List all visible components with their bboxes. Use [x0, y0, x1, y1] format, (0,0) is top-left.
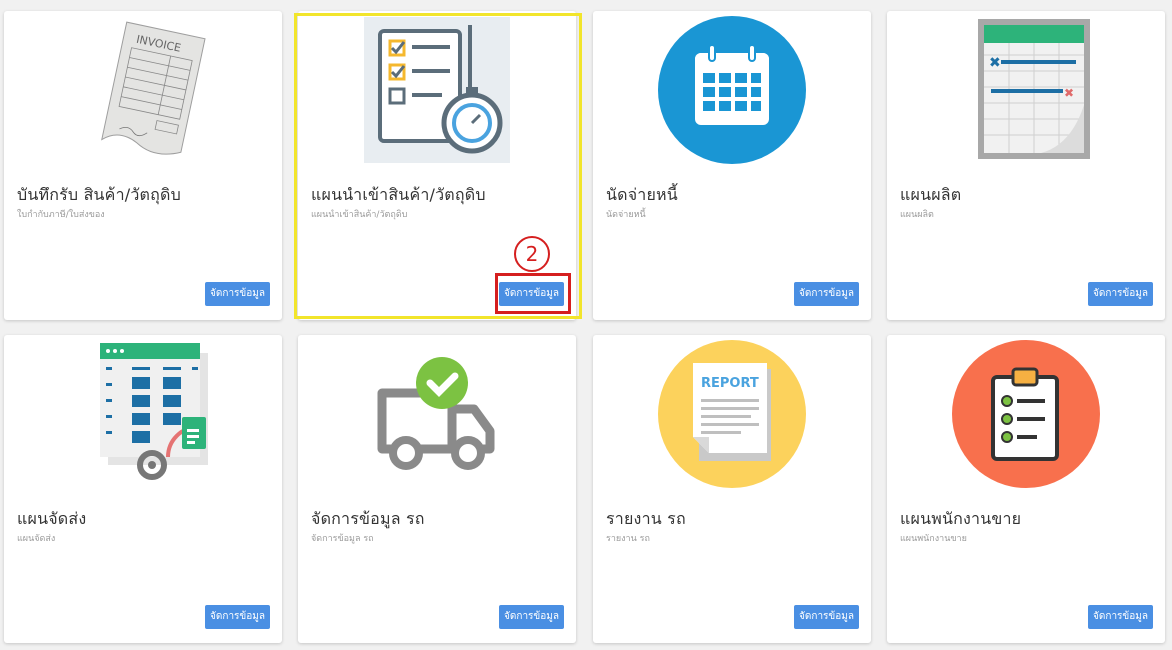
card-title: บันทึกรับ สินค้า/วัตถุดิบ [17, 185, 181, 204]
card-vehicle-data: จัดการข้อมูล รถ จัดการข้อมูล รถ จัดการข้… [298, 335, 576, 643]
manage-data-button[interactable]: จัดการข้อมูล [205, 282, 270, 306]
manage-data-button[interactable]: จัดการข้อมูล [205, 605, 270, 629]
manage-data-button[interactable]: จัดการข้อมูล [499, 605, 564, 629]
manage-data-button[interactable]: จัดการข้อมูล [1088, 282, 1153, 306]
clipboard-icon [887, 339, 1165, 489]
truck-check-icon [298, 339, 576, 489]
svg-text:✖: ✖ [1064, 86, 1074, 100]
card-production-plan: ✖ ✖ แผนผลิต แผนผลิต จัดการข้อมูล [887, 11, 1165, 320]
card-subtitle: จัดการข้อมูล รถ [311, 534, 374, 544]
card-title: แผนพนักงานขาย [900, 509, 1022, 528]
card-delivery-plan: แผนจัดส่ง แผนจัดส่ง จัดการข้อมูล [4, 335, 282, 643]
svg-text:✖: ✖ [989, 55, 1001, 71]
card-subtitle: แผนจัดส่ง [17, 534, 56, 544]
manage-data-button[interactable]: จัดการข้อมูล [794, 282, 859, 306]
report-icon: REPORT [593, 339, 871, 489]
card-debt-payment: นัดจ่ายหนี้ นัดจ่ายหนี้ จัดการข้อมูล [593, 11, 871, 320]
report-label: REPORT [701, 376, 759, 391]
card-sales-plan: แผนพนักงานขาย แผนพนักงานขาย จัดการข้อมูล [887, 335, 1165, 643]
card-title: นัดจ่ายหนี้ [606, 185, 678, 204]
step-number-marker: 2 [514, 236, 550, 272]
card-vehicle-report: REPORT รายงาน รถ รายงาน รถ จัดการข้อมูล [593, 335, 871, 643]
card-subtitle: แผนพนักงานขาย [900, 534, 967, 544]
card-goods-receipt: INVOICE บันทึกรับ สินค้า/วัตถุดิบ ใบกำกั… [4, 11, 282, 320]
card-title: รายงาน รถ [606, 509, 686, 528]
spreadsheet-icon: ✖ ✖ [887, 15, 1165, 165]
sheet-gear-icon [4, 339, 282, 489]
manage-data-button[interactable]: จัดการข้อมูล [1088, 605, 1153, 629]
card-title: แผนผลิต [900, 185, 962, 204]
manage-data-button[interactable]: จัดการข้อมูล [794, 605, 859, 629]
card-subtitle: นัดจ่ายหนี้ [606, 210, 646, 220]
card-subtitle: แผนผลิต [900, 210, 934, 220]
invoice-icon: INVOICE [4, 15, 282, 165]
manage-button-highlight [495, 273, 571, 314]
card-title: แผนจัดส่ง [17, 509, 87, 528]
calendar-icon [593, 15, 871, 165]
card-subtitle: รายงาน รถ [606, 534, 650, 544]
card-subtitle: ใบกำกับภาษี/ใบส่งของ [17, 210, 105, 220]
card-title: จัดการข้อมูล รถ [311, 509, 425, 528]
